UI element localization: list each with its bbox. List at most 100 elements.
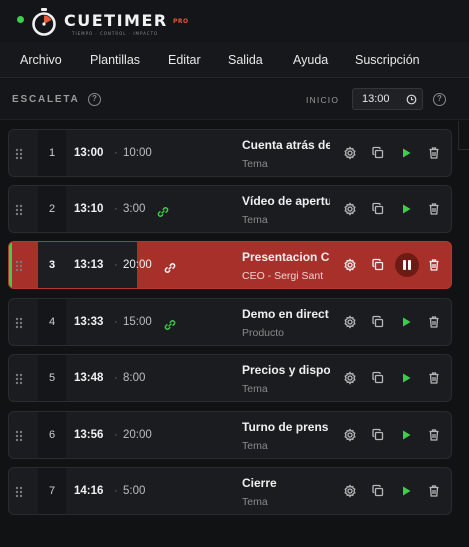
cue-title[interactable]: Demo en direct (242, 307, 330, 321)
brand-name: CUETIMER (64, 11, 168, 30)
menu-plantillas[interactable]: Plantillas (90, 53, 140, 67)
play-icon[interactable] (397, 200, 415, 218)
cue-row[interactable]: 3 13:13 · 20:00 Presentacion C CEO - Sergi Sa… (8, 241, 452, 289)
cue-subtitle: Tema (242, 158, 268, 170)
settings-gear-icon[interactable] (341, 482, 359, 500)
drag-handle-icon[interactable] (15, 203, 23, 221)
duplicate-icon[interactable] (369, 256, 387, 274)
drag-handle-icon[interactable] (15, 147, 23, 165)
delete-trash-icon[interactable] (425, 426, 443, 444)
play-icon[interactable] (397, 426, 415, 444)
play-icon[interactable] (397, 144, 415, 162)
cue-title[interactable]: Precios y dispo (242, 363, 330, 377)
cue-number-cell: 6 (38, 412, 66, 458)
delete-trash-icon[interactable] (425, 482, 443, 500)
play-icon[interactable] (397, 313, 415, 331)
panel-edge (458, 121, 469, 150)
cue-start-time: 13:00 (74, 147, 104, 159)
menu-salida[interactable]: Salida (228, 53, 263, 67)
delete-trash-icon[interactable] (425, 369, 443, 387)
menu-editar[interactable]: Editar (168, 53, 201, 67)
delete-trash-icon[interactable] (425, 144, 443, 162)
separator-dot: · (114, 485, 118, 497)
duplicate-icon[interactable] (369, 313, 387, 331)
pause-icon (403, 260, 406, 270)
settings-gear-icon[interactable] (341, 256, 359, 274)
link-icon[interactable] (164, 261, 176, 279)
link-icon[interactable] (157, 205, 169, 223)
connection-status-dot (17, 16, 24, 23)
separator-dot: · (114, 429, 118, 441)
separator-dot: · (114, 372, 118, 384)
link-icon[interactable] (164, 318, 176, 336)
cue-subtitle: Tema (242, 383, 268, 395)
duplicate-icon[interactable] (369, 144, 387, 162)
cue-duration[interactable]: 5:00 (123, 485, 145, 497)
settings-gear-icon[interactable] (341, 144, 359, 162)
cue-row[interactable]: 1 13:00 · 10:00 Cuenta atrás de Tema (8, 129, 452, 177)
play-icon[interactable] (397, 482, 415, 500)
cue-title[interactable]: Vídeo de apertu (242, 194, 330, 208)
delete-trash-icon[interactable] (425, 313, 443, 331)
duplicate-icon[interactable] (369, 426, 387, 444)
duplicate-icon[interactable] (369, 482, 387, 500)
start-time-input[interactable]: 13:00 (352, 88, 423, 110)
start-time-label: INICIO (306, 95, 340, 105)
cue-start-time: 13:56 (74, 429, 104, 441)
settings-gear-icon[interactable] (341, 369, 359, 387)
stopwatch-logo-icon (32, 8, 56, 36)
menu-ayuda[interactable]: Ayuda (293, 53, 328, 67)
cue-row[interactable]: 6 13:56 · 20:00 Turno de prens Tema (8, 411, 452, 459)
cue-title[interactable]: Cierre (242, 476, 330, 490)
drag-handle-icon[interactable] (15, 372, 23, 390)
cue-duration[interactable]: 3:00 (123, 203, 145, 215)
cue-row[interactable]: 5 13:48 · 8:00 Precios y dispo Tema (8, 354, 452, 402)
cue-start-time: 13:10 (74, 203, 104, 215)
cue-row[interactable]: 2 13:10 · 3:00 Vídeo de apertu Tema (8, 185, 452, 233)
pause-button[interactable] (395, 253, 419, 277)
cue-duration[interactable]: 20:00 (123, 429, 152, 441)
cue-number: 7 (48, 485, 56, 497)
delete-trash-icon[interactable] (425, 256, 443, 274)
drag-handle-icon[interactable] (15, 316, 23, 334)
menu-bar: Archivo Plantillas Editar Salida Ayuda S… (0, 42, 469, 78)
cue-subtitle: Producto (242, 327, 285, 339)
cue-duration[interactable]: 8:00 (123, 372, 145, 384)
delete-trash-icon[interactable] (425, 200, 443, 218)
cue-duration[interactable]: 10:00 (123, 147, 152, 159)
cue-row[interactable]: 4 13:33 · 15:00 Demo en direct Producto (8, 298, 452, 346)
drag-handle-icon[interactable] (15, 429, 23, 447)
rundown-help-icon[interactable]: ? (88, 93, 101, 106)
cue-title[interactable]: Presentacion C (242, 250, 330, 264)
drag-handle-icon[interactable] (15, 259, 23, 277)
cue-number-cell: 2 (38, 186, 66, 232)
duplicate-icon[interactable] (369, 369, 387, 387)
cue-duration[interactable]: 15:00 (123, 316, 152, 328)
cue-title[interactable]: Turno de prens (242, 420, 330, 434)
cue-number: 6 (48, 429, 56, 441)
duplicate-icon[interactable] (369, 200, 387, 218)
separator-dot: · (114, 259, 118, 271)
cue-start-time: 13:13 (74, 259, 104, 271)
cue-start-time: 14:16 (74, 485, 104, 497)
play-icon[interactable] (397, 369, 415, 387)
drag-handle-icon[interactable] (15, 485, 23, 503)
cue-duration[interactable]: 20:00 (123, 259, 152, 271)
cue-subtitle: Tema (242, 214, 268, 226)
start-time-value: 13:00 (362, 93, 390, 105)
cue-number: 3 (48, 259, 56, 271)
settings-gear-icon[interactable] (341, 200, 359, 218)
start-help-icon[interactable]: ? (433, 93, 446, 106)
menu-suscripcion[interactable]: Suscripción (355, 53, 420, 67)
cue-subtitle: CEO - Sergi Sant (242, 270, 324, 282)
cue-number-cell: 3 (38, 242, 66, 288)
clock-icon[interactable] (406, 94, 417, 105)
settings-gear-icon[interactable] (341, 426, 359, 444)
cue-title[interactable]: Cuenta atrás de (242, 138, 330, 152)
pro-badge: PRO (173, 18, 189, 25)
cue-number: 4 (48, 316, 56, 328)
menu-archivo[interactable]: Archivo (20, 53, 62, 67)
cue-row[interactable]: 7 14:16 · 5:00 Cierre Tema (8, 467, 452, 515)
settings-gear-icon[interactable] (341, 313, 359, 331)
rundown-header: ESCALETA ? INICIO 13:00 ? (0, 79, 469, 120)
